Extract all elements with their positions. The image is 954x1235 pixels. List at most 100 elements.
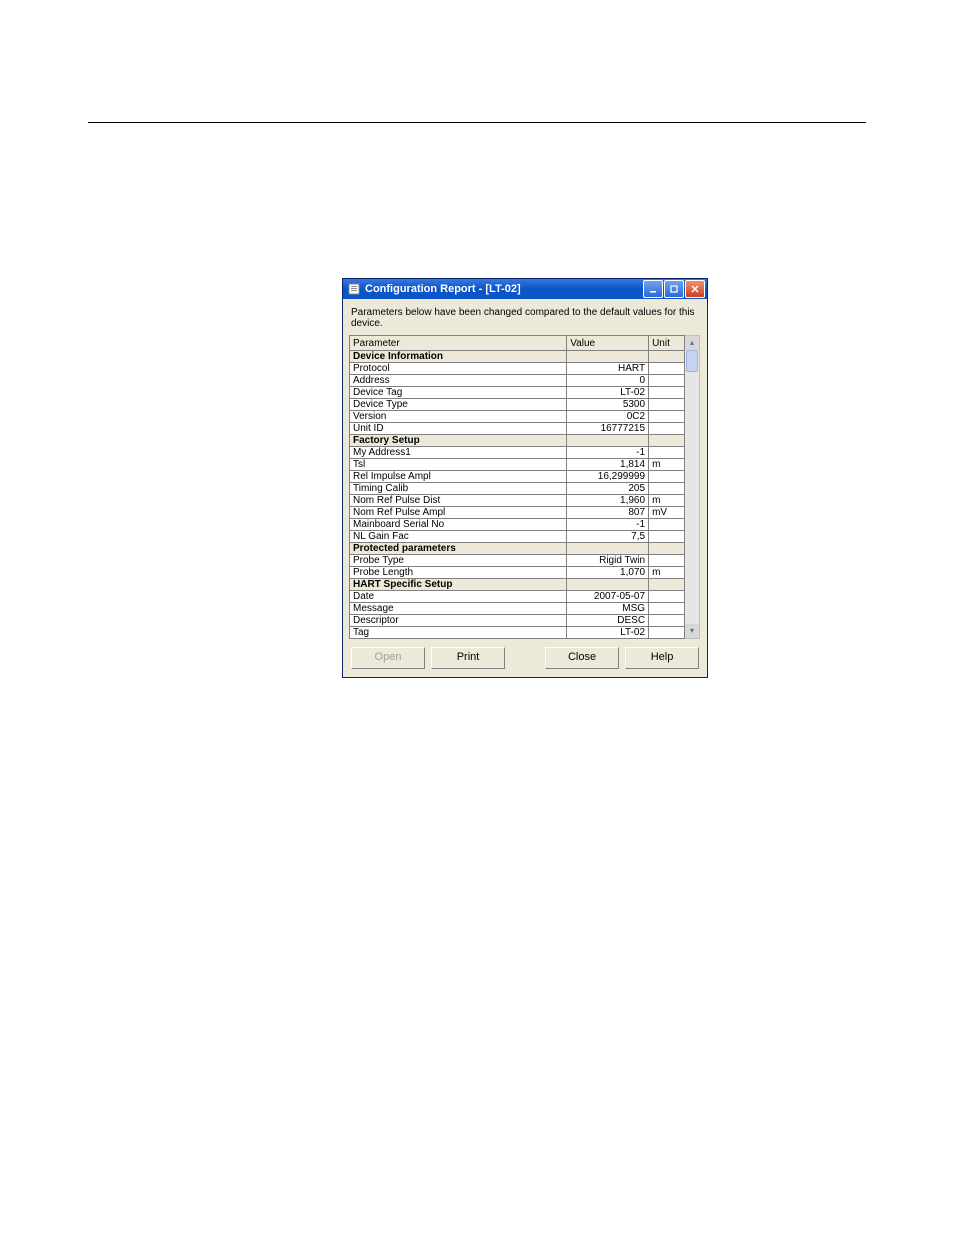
section-title: Protected parameters bbox=[350, 543, 567, 555]
cell-unit bbox=[649, 591, 685, 603]
cell-parameter: Device Type bbox=[350, 399, 567, 411]
cell-parameter: NL Gain Fac bbox=[350, 531, 567, 543]
cell-parameter: Probe Type bbox=[350, 555, 567, 567]
cell-parameter: Mainboard Serial No bbox=[350, 519, 567, 531]
cell-value: LT-02 bbox=[567, 387, 649, 399]
cell-unit: m bbox=[649, 495, 685, 507]
table-row[interactable]: Timing Calib205 bbox=[350, 483, 685, 495]
scroll-down-arrow[interactable]: ▾ bbox=[685, 624, 699, 638]
cell-value: -1 bbox=[567, 519, 649, 531]
print-button[interactable]: Print bbox=[431, 647, 505, 669]
cell-unit: m bbox=[649, 459, 685, 471]
cell-parameter: Descriptor bbox=[350, 615, 567, 627]
section-header: Protected parameters bbox=[350, 543, 685, 555]
cell-parameter: Rel Impulse Ampl bbox=[350, 471, 567, 483]
cell-unit bbox=[649, 363, 685, 375]
table-row[interactable]: DescriptorDESC bbox=[350, 615, 685, 627]
cell-value: 807 bbox=[567, 507, 649, 519]
cell-parameter: Timing Calib bbox=[350, 483, 567, 495]
cell-parameter: Nom Ref Pulse Ampl bbox=[350, 507, 567, 519]
cell-value: 16777215 bbox=[567, 423, 649, 435]
table-row[interactable]: Version0C2 bbox=[350, 411, 685, 423]
table-row[interactable]: My Address1-1 bbox=[350, 447, 685, 459]
table-row[interactable]: Device Type5300 bbox=[350, 399, 685, 411]
cell-unit bbox=[649, 399, 685, 411]
section-value-blank bbox=[567, 435, 649, 447]
open-button[interactable]: Open bbox=[351, 647, 425, 669]
cell-value: Rigid Twin bbox=[567, 555, 649, 567]
table-row[interactable]: MessageMSG bbox=[350, 603, 685, 615]
table-row[interactable]: Rel Impulse Ampl16,299999 bbox=[350, 471, 685, 483]
cell-unit bbox=[649, 447, 685, 459]
scroll-thumb[interactable] bbox=[686, 350, 698, 372]
cell-parameter: Date bbox=[350, 591, 567, 603]
cell-value: 7,5 bbox=[567, 531, 649, 543]
cell-value: LT-02 bbox=[567, 627, 649, 639]
cell-value: 0 bbox=[567, 375, 649, 387]
table-row[interactable]: Nom Ref Pulse Dist1,960m bbox=[350, 495, 685, 507]
cell-parameter: Probe Length bbox=[350, 567, 567, 579]
table-row[interactable]: Mainboard Serial No-1 bbox=[350, 519, 685, 531]
table-row[interactable]: Date2007-05-07 bbox=[350, 591, 685, 603]
section-title: HART Specific Setup bbox=[350, 579, 567, 591]
table-row[interactable]: Nom Ref Pulse Ampl807mV bbox=[350, 507, 685, 519]
cell-parameter: Tag bbox=[350, 627, 567, 639]
vertical-scrollbar[interactable]: ▴ ▾ bbox=[685, 335, 700, 639]
table-row[interactable]: Address0 bbox=[350, 375, 685, 387]
table-row[interactable]: Probe Length1,070m bbox=[350, 567, 685, 579]
table-header-row: Parameter Value Unit bbox=[350, 336, 685, 351]
header-parameter[interactable]: Parameter bbox=[350, 336, 567, 351]
maximize-button[interactable] bbox=[664, 280, 684, 298]
cell-parameter: Device Tag bbox=[350, 387, 567, 399]
table-row[interactable]: TagLT-02 bbox=[350, 627, 685, 639]
cell-value: 5300 bbox=[567, 399, 649, 411]
close-button[interactable] bbox=[685, 280, 705, 298]
cell-unit bbox=[649, 387, 685, 399]
grid-wrap: Parameter Value Unit Device InformationP… bbox=[349, 335, 701, 639]
cell-unit: mV bbox=[649, 507, 685, 519]
cell-value: 2007-05-07 bbox=[567, 591, 649, 603]
section-unit-blank bbox=[649, 543, 685, 555]
header-value[interactable]: Value bbox=[567, 336, 649, 351]
client-area: Parameters below have been changed compa… bbox=[343, 299, 707, 677]
window-control-buttons bbox=[643, 280, 705, 298]
cell-unit bbox=[649, 531, 685, 543]
button-row: Open Print Close Help bbox=[349, 639, 701, 671]
section-unit-blank bbox=[649, 435, 685, 447]
table-row[interactable]: NL Gain Fac7,5 bbox=[350, 531, 685, 543]
cell-value: 0C2 bbox=[567, 411, 649, 423]
close-dialog-button[interactable]: Close bbox=[545, 647, 619, 669]
table-row[interactable]: ProtocolHART bbox=[350, 363, 685, 375]
cell-unit bbox=[649, 519, 685, 531]
cell-unit bbox=[649, 603, 685, 615]
section-header: Factory Setup bbox=[350, 435, 685, 447]
table-row[interactable]: Device TagLT-02 bbox=[350, 387, 685, 399]
cell-unit bbox=[649, 423, 685, 435]
cell-value: HART bbox=[567, 363, 649, 375]
app-icon bbox=[347, 282, 361, 296]
titlebar[interactable]: Configuration Report - [LT-02] bbox=[343, 279, 707, 299]
table-row[interactable]: Probe TypeRigid Twin bbox=[350, 555, 685, 567]
cell-parameter: Nom Ref Pulse Dist bbox=[350, 495, 567, 507]
cell-value: 16,299999 bbox=[567, 471, 649, 483]
cell-unit bbox=[649, 555, 685, 567]
cell-unit bbox=[649, 627, 685, 639]
page-divider bbox=[88, 122, 866, 123]
scroll-up-arrow[interactable]: ▴ bbox=[685, 336, 699, 350]
table-row[interactable]: Tsl1,814m bbox=[350, 459, 685, 471]
cell-value: -1 bbox=[567, 447, 649, 459]
cell-value: 1,070 bbox=[567, 567, 649, 579]
header-unit[interactable]: Unit bbox=[649, 336, 685, 351]
parameter-table: Parameter Value Unit Device InformationP… bbox=[349, 335, 685, 639]
minimize-button[interactable] bbox=[643, 280, 663, 298]
section-unit-blank bbox=[649, 579, 685, 591]
table-row[interactable]: Unit ID16777215 bbox=[350, 423, 685, 435]
cell-parameter: My Address1 bbox=[350, 447, 567, 459]
cell-parameter: Unit ID bbox=[350, 423, 567, 435]
cell-unit bbox=[649, 471, 685, 483]
cell-value: 1,814 bbox=[567, 459, 649, 471]
cell-parameter: Message bbox=[350, 603, 567, 615]
help-button[interactable]: Help bbox=[625, 647, 699, 669]
window-title: Configuration Report - [LT-02] bbox=[365, 283, 643, 295]
cell-unit bbox=[649, 483, 685, 495]
